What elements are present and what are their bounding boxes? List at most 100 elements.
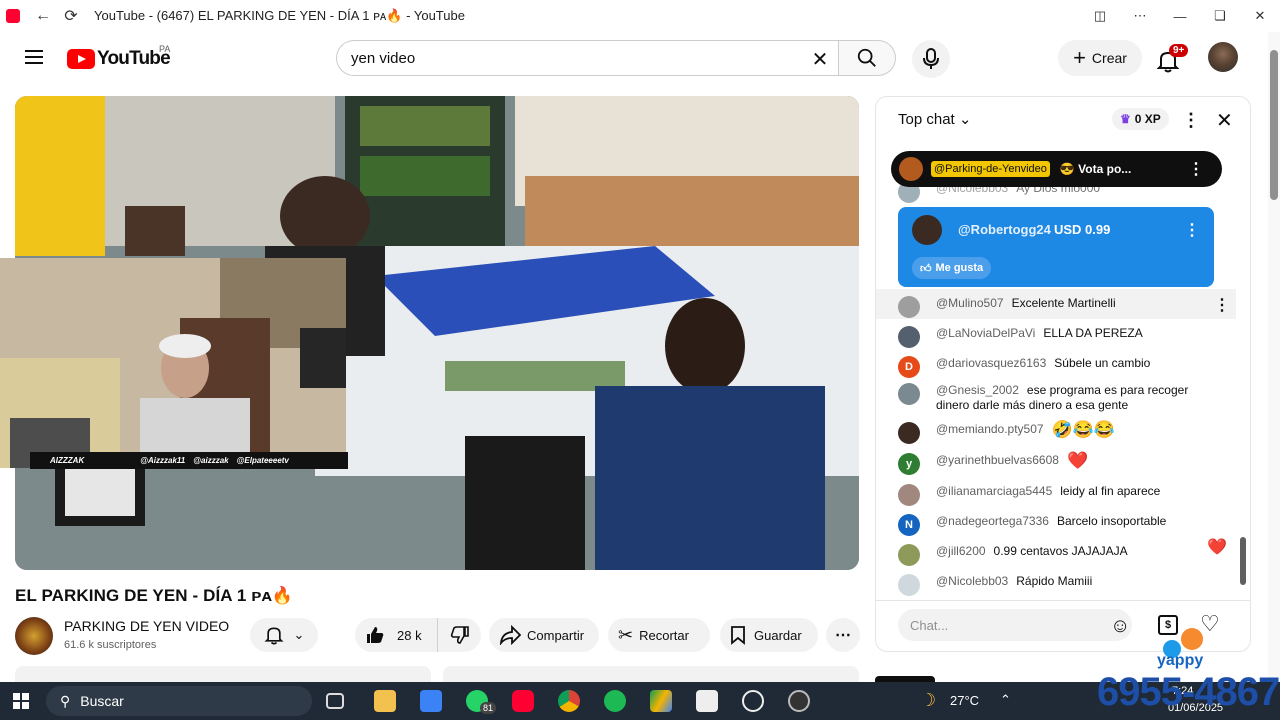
share-button[interactable]: Compartir bbox=[489, 618, 599, 652]
clear-search-icon[interactable]: ✕ bbox=[808, 47, 832, 71]
pinned-message[interactable]: @Parking-de-Yenvideo 😎 Vota po... ⋮ bbox=[891, 151, 1222, 187]
chat-text: ❤️ bbox=[1066, 451, 1089, 470]
youtube-logo[interactable]: YouTube PA bbox=[67, 44, 171, 70]
chat-text: 🤣😂😂 bbox=[1051, 420, 1116, 439]
chat-input[interactable]: Chat... bbox=[898, 609, 1132, 641]
search-box[interactable]: ✕ bbox=[336, 40, 838, 76]
close-window-icon[interactable]: ✕ bbox=[1240, 0, 1280, 32]
pinned-author-tag[interactable]: @Parking-de-Yenvideo bbox=[931, 161, 1050, 177]
chat-author[interactable]: @yarinethbuelvas6608 bbox=[936, 453, 1059, 468]
save-label: Guardar bbox=[754, 627, 802, 643]
superchat-card[interactable]: @Robertogg24 USD 0.99 ⋮ 👍︎ Me gusta bbox=[898, 207, 1214, 287]
superchat-author[interactable]: @Robertogg24 bbox=[958, 222, 1051, 237]
streamer-overlay-bar: AIZZZAK @Aizzzak11 @aizzzak @Elpateeeetv bbox=[30, 452, 348, 469]
chat-avatar bbox=[898, 296, 920, 318]
superchat-more-icon[interactable]: ⋮ bbox=[1184, 220, 1200, 240]
chat-author[interactable]: @memiando.pty507 bbox=[936, 422, 1044, 437]
page-scrollbar[interactable] bbox=[1268, 32, 1280, 682]
subscribe-notification-button[interactable]: ⌄ bbox=[250, 618, 318, 652]
overlay-youtube: @Elpateeeetv bbox=[236, 456, 289, 465]
super-chat-dollar-icon[interactable]: $ bbox=[1158, 615, 1178, 635]
capcut-icon[interactable] bbox=[696, 690, 718, 712]
webcam-frame bbox=[0, 258, 346, 468]
xp-badge[interactable]: ♛ 0 XP bbox=[1112, 108, 1169, 130]
chat-avatar: N bbox=[898, 514, 920, 536]
below-fold-card bbox=[15, 666, 431, 682]
obs-icon[interactable] bbox=[788, 690, 810, 712]
video-title: EL PARKING DE YEN - DÍA 1 ᴘᴀ🔥 bbox=[15, 586, 294, 605]
chat-message: @jill6200 0.99 centavos JAJAJAJA bbox=[898, 544, 1238, 566]
task-view-icon[interactable] bbox=[326, 693, 344, 709]
save-button[interactable]: Guardar bbox=[720, 618, 818, 652]
channel-avatar[interactable] bbox=[15, 617, 53, 655]
chat-author[interactable]: @Nicolebb03 bbox=[936, 574, 1008, 589]
back-icon[interactable]: ← bbox=[32, 5, 54, 27]
chat-scrollbar-thumb[interactable] bbox=[1240, 537, 1246, 585]
hamburger-menu-icon[interactable] bbox=[22, 46, 46, 70]
chat-author[interactable]: @nadegeortega7336 bbox=[936, 514, 1049, 529]
chat-author[interactable]: @Gnesis_2002 bbox=[936, 383, 1019, 397]
taskbar-search[interactable]: ⚲ Buscar bbox=[46, 686, 312, 716]
chatgpt-icon[interactable] bbox=[742, 690, 764, 712]
channel-name[interactable]: PARKING DE YEN VIDEO bbox=[64, 618, 229, 634]
chrome-icon[interactable] bbox=[558, 690, 580, 712]
user-avatar[interactable] bbox=[1208, 42, 1238, 72]
create-button[interactable]: + Crear bbox=[1058, 40, 1142, 76]
overlay-tiktok: @aizzzak bbox=[193, 456, 229, 465]
search-button[interactable] bbox=[838, 40, 896, 76]
restore-icon[interactable]: ❏ bbox=[1200, 0, 1240, 32]
chat-author[interactable]: @LaNoviaDelPaVi bbox=[936, 326, 1035, 341]
window-title: YouTube - (6467) EL PARKING DE YEN - DÍA… bbox=[94, 8, 465, 23]
youtube-header: YouTube PA ✕ + Crear 9+ bbox=[0, 32, 1268, 84]
superchat-like-button[interactable]: 👍︎ Me gusta bbox=[912, 257, 992, 279]
spotify-icon[interactable] bbox=[604, 690, 626, 712]
read-aloud-icon[interactable]: ◫ bbox=[1080, 0, 1120, 32]
windows-start-icon[interactable] bbox=[13, 693, 29, 709]
logo-country: PA bbox=[159, 44, 171, 54]
windows-taskbar: ⚲ Buscar 81 ☽ 27°C ⌃ 7:24 01/06/2025 bbox=[0, 682, 1280, 720]
chat-message-body: @Gnesis_2002 ese programa es para recoger… bbox=[936, 383, 1216, 413]
minimize-icon[interactable]: — bbox=[1160, 0, 1200, 32]
dislike-button[interactable] bbox=[437, 618, 481, 652]
like-button[interactable]: 28 k bbox=[355, 618, 437, 652]
scissors-icon: ✂ bbox=[618, 624, 634, 645]
youtube-app-icon[interactable] bbox=[512, 690, 534, 712]
pinned-text: 😎 Vota po... bbox=[1059, 162, 1132, 176]
notifications-button[interactable]: 9+ bbox=[1156, 44, 1189, 73]
plus-icon: + bbox=[1073, 45, 1086, 70]
weather-temp[interactable]: 27°C bbox=[950, 693, 979, 708]
tray-chevron-icon[interactable]: ⌃ bbox=[1000, 692, 1011, 708]
thumbs-up-icon bbox=[367, 627, 384, 643]
page-scrollbar-thumb[interactable] bbox=[1270, 50, 1278, 200]
chat-author[interactable]: @ilianamarciaga5445 bbox=[936, 484, 1052, 499]
chat-text: Rápido Mamiii bbox=[1016, 574, 1093, 588]
chat-author[interactable]: @Mulino507 bbox=[936, 296, 1004, 311]
thumbs-up-icon: 👍︎ bbox=[920, 262, 932, 275]
webcam-overlay bbox=[0, 258, 346, 468]
search-icon: ⚲ bbox=[60, 692, 71, 709]
yappy-overlay: yappy 6955-4867 bbox=[1097, 628, 1280, 720]
search-input[interactable] bbox=[351, 49, 791, 67]
chat-avatar bbox=[898, 574, 920, 596]
store-icon[interactable] bbox=[420, 690, 442, 712]
pinned-more-icon[interactable]: ⋮ bbox=[1188, 159, 1204, 179]
refresh-icon[interactable]: ⟳ bbox=[60, 5, 82, 27]
close-chat-icon[interactable]: ✕ bbox=[1216, 108, 1233, 133]
more-icon[interactable]: ⋯ bbox=[1120, 0, 1160, 32]
more-actions-button[interactable]: ⋯ bbox=[826, 618, 860, 652]
whatsapp-badge: 81 bbox=[480, 702, 497, 714]
chat-author[interactable]: @dariovasquez6163 bbox=[936, 356, 1046, 371]
google-drive-icon[interactable] bbox=[650, 690, 672, 712]
more-horizontal-icon: ⋯ bbox=[835, 627, 851, 644]
heart-reaction-icon[interactable]: ♡ bbox=[1200, 611, 1220, 637]
clip-button[interactable]: ✂ Recortar bbox=[608, 618, 710, 652]
chat-mode-dropdown[interactable]: Top chat ⌄ bbox=[898, 110, 971, 128]
overlay-instagram: @Aizzzak11 bbox=[140, 456, 186, 465]
chat-scrollbar[interactable] bbox=[1238, 149, 1246, 595]
emoji-icon[interactable]: ☺ bbox=[1110, 615, 1130, 638]
chat-avatar bbox=[898, 544, 920, 566]
file-explorer-icon[interactable] bbox=[374, 690, 396, 712]
voice-search-button[interactable] bbox=[912, 40, 950, 78]
chat-more-icon[interactable]: ⋮ bbox=[1182, 110, 1200, 131]
chat-author[interactable]: @jill6200 bbox=[936, 544, 986, 559]
